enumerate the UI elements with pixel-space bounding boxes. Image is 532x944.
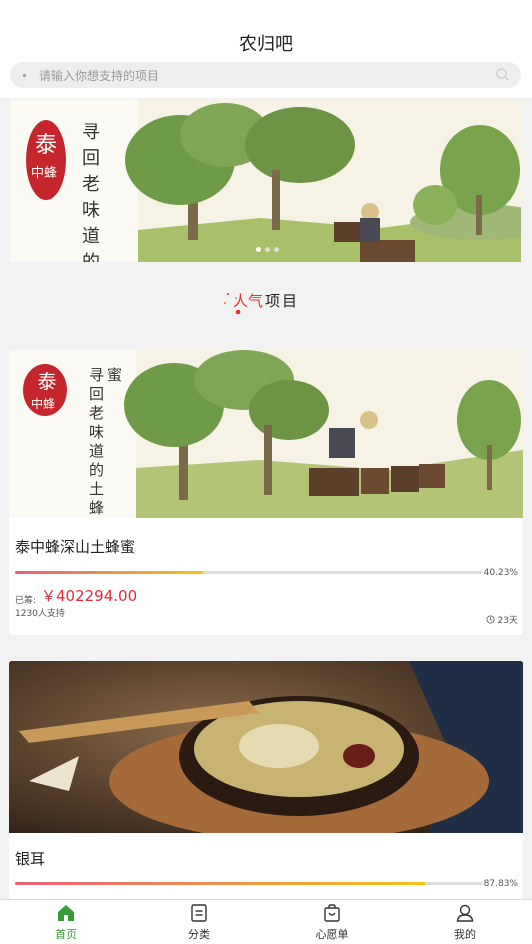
- home-icon: [58, 905, 74, 921]
- progress-percent: 87.83%: [483, 879, 518, 889]
- project-image[interactable]: 泰 中蜂 寻回老味道的土蜂 蜜: [9, 350, 523, 518]
- section-title: 人气 项目: [0, 288, 532, 312]
- caption-char: 寻: [89, 366, 104, 384]
- seal-text-2: 中蜂: [31, 166, 57, 181]
- tab-label: 心愿单: [315, 928, 349, 941]
- progress-bar: [15, 571, 482, 574]
- days-left: 23天: [485, 613, 518, 626]
- category-icon: [191, 904, 207, 922]
- section-title-rest: 项目: [265, 291, 300, 310]
- carousel-dot[interactable]: [256, 247, 261, 252]
- bottom-tab-bar: 首页 分类 心愿单 我的: [0, 899, 532, 944]
- progress-bar: [15, 882, 482, 885]
- header: 农归吧 请输入你想支持的项目: [0, 0, 532, 98]
- search-placeholder[interactable]: 请输入你想支持的项目: [39, 67, 159, 84]
- page-title: 农归吧: [239, 34, 293, 55]
- caption-char: 道: [89, 442, 104, 460]
- progress-fill: [15, 882, 426, 885]
- caption-char: 土: [89, 480, 104, 498]
- caption-char: 寻: [82, 122, 100, 143]
- project-title[interactable]: 泰中蜂深山土蜂蜜: [15, 536, 135, 557]
- supporter-count: 1230人支持: [15, 609, 65, 619]
- tab-label: 首页: [55, 928, 77, 941]
- search-bar[interactable]: 请输入你想支持的项目: [10, 62, 521, 88]
- days-left-text: 23天: [497, 616, 518, 626]
- banner-carousel[interactable]: 泰 中蜂 寻回老味道的: [10, 100, 521, 262]
- progress-fill: [15, 571, 203, 574]
- caption-char: 味: [82, 200, 100, 221]
- section-title-highlight: 人气: [232, 291, 263, 310]
- caption-char: 老: [89, 404, 104, 422]
- raised-amount: ￥402294.00: [41, 587, 138, 605]
- seal-stamp: 泰 中蜂: [26, 120, 66, 200]
- tab-category[interactable]: 分类: [164, 900, 234, 944]
- tab-wishlist[interactable]: 心愿单: [297, 900, 367, 944]
- bag-icon: [324, 904, 340, 922]
- carousel-dot[interactable]: [274, 247, 279, 252]
- cursor-dot: [23, 74, 26, 77]
- caption-char: 蜜: [107, 366, 122, 384]
- seal-text-1: 泰: [35, 133, 57, 158]
- carousel-dot[interactable]: [265, 247, 270, 252]
- clock-icon: [485, 615, 495, 624]
- seal-text-2: 中蜂: [31, 396, 55, 411]
- project-card[interactable]: 银耳 87.83%: [9, 661, 523, 901]
- tab-profile[interactable]: 我的: [430, 900, 500, 944]
- seal-text-1: 泰: [37, 371, 56, 393]
- caption-char: 味: [89, 423, 104, 441]
- tab-label: 分类: [188, 928, 210, 941]
- raised-label: 已筹:: [15, 596, 37, 606]
- caption-char: 的: [89, 461, 104, 479]
- search-icon[interactable]: [496, 68, 509, 81]
- carousel-indicator[interactable]: [256, 247, 279, 252]
- project-card[interactable]: 泰 中蜂 寻回老味道的土蜂蜜 泰中蜂深山土蜂蜜 40.23% 已筹: ￥4022…: [9, 350, 523, 635]
- tab-label: 我的: [454, 928, 476, 941]
- project-image[interactable]: [9, 661, 523, 833]
- caption-char: 老: [82, 174, 100, 195]
- banner-image: 泰 中蜂 寻回老味道的: [10, 100, 521, 262]
- caption-char: 道: [82, 226, 100, 247]
- app-screen: 农归吧 请输入你想支持的项目 泰 中蜂 寻回老味道的: [0, 0, 532, 944]
- user-icon: [456, 904, 474, 922]
- caption-char: 的: [82, 252, 100, 262]
- caption-char: 回: [89, 385, 104, 403]
- seal-stamp: 泰 中蜂: [23, 364, 67, 416]
- caption-char: 蜂: [89, 499, 104, 517]
- project-title[interactable]: 银耳: [15, 848, 45, 869]
- progress-percent: 40.23%: [483, 568, 518, 578]
- caption-char: 回: [82, 148, 100, 169]
- tab-home[interactable]: 首页: [31, 900, 101, 944]
